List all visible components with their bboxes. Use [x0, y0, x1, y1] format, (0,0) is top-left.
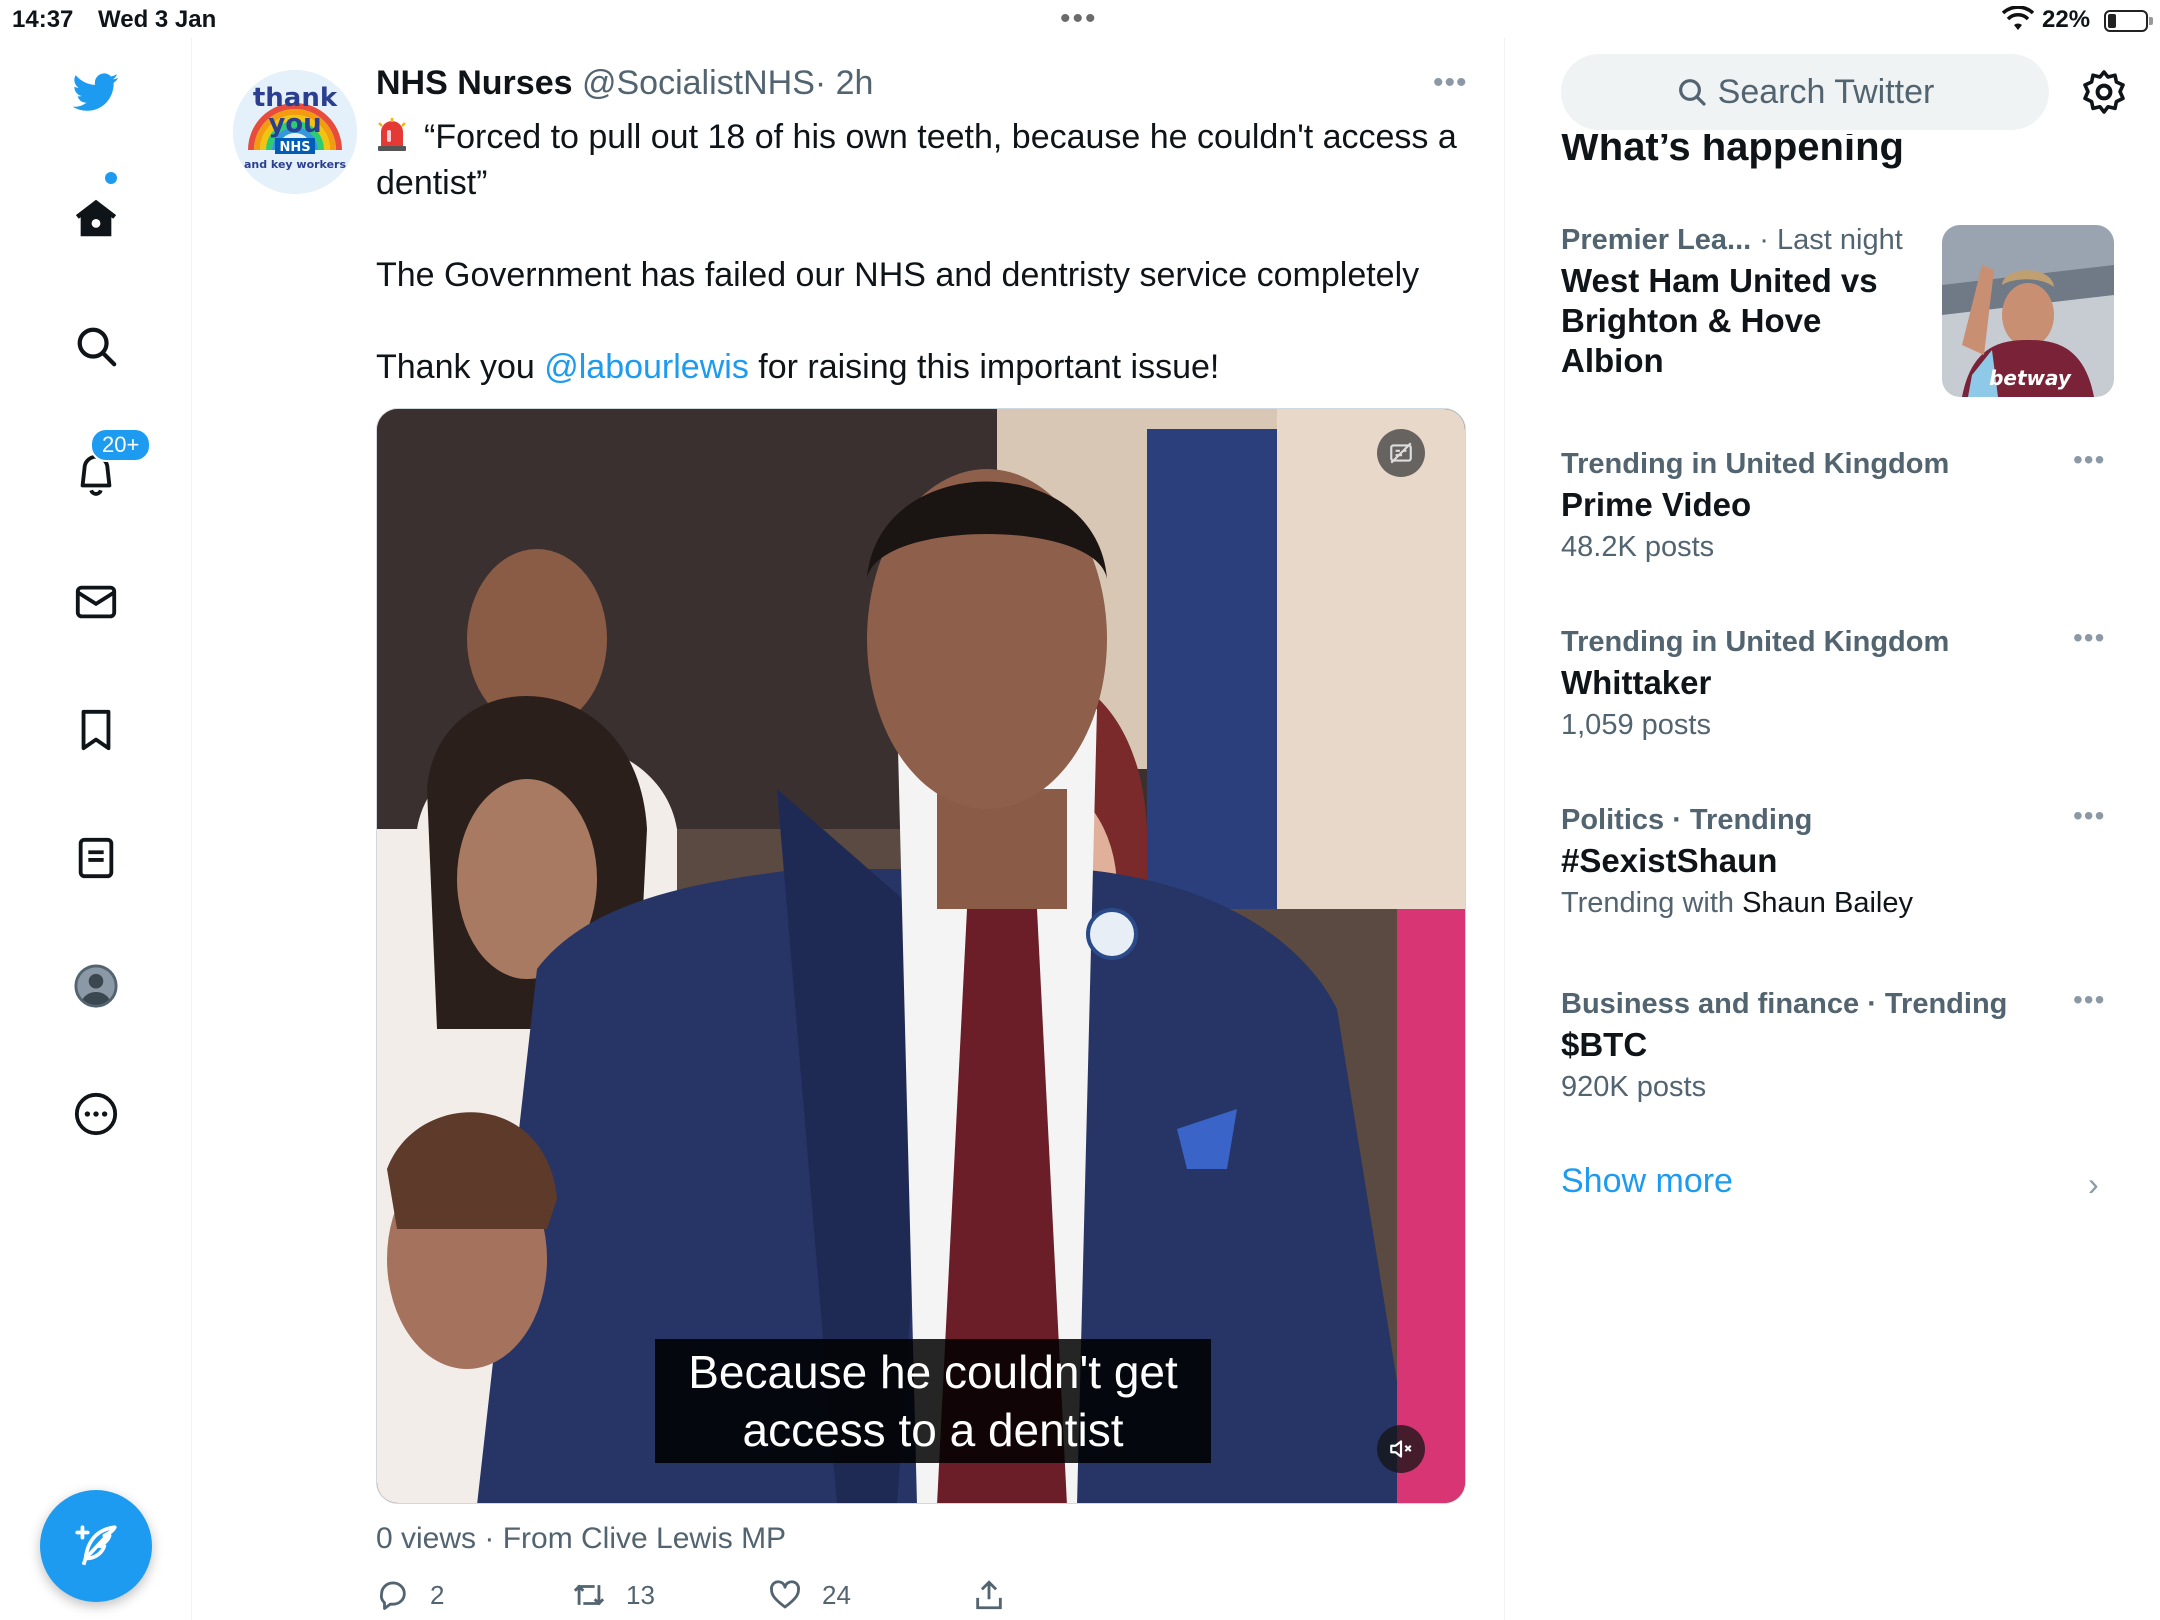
- tweet-header: NHS Nurses @SocialistNHS· 2h: [376, 64, 873, 103]
- battery-icon: [2104, 10, 2153, 32]
- tweet-time[interactable]: · 2h: [815, 64, 874, 102]
- svg-text:you: you: [268, 109, 321, 139]
- reply-icon: [379, 1581, 406, 1610]
- tweet-line-3-post: for raising this important issue!: [748, 348, 1220, 386]
- trend-meta: Trending in United Kingdom: [1561, 448, 1950, 480]
- notifications-badge: 20+: [90, 428, 152, 462]
- svg-text:betway: betway: [1989, 366, 2072, 390]
- whats-happening-title: What’s happening: [1561, 134, 1904, 169]
- trend-title: #SexistShaun: [1561, 842, 1778, 879]
- trend-title: Prime Video: [1561, 486, 1752, 523]
- search-placeholder: Search Twitter: [1717, 72, 1935, 111]
- trend-posts: 920K posts: [1561, 1071, 1707, 1103]
- tweet-line-3: Thank you @labourlewis for raising this …: [376, 344, 1466, 390]
- tweet-actions: 2 13 24: [376, 1578, 1466, 1620]
- trend-item-btc[interactable]: Business and finance · Trending $BTC 920…: [1561, 984, 2121, 1104]
- tweet-more-options-icon[interactable]: •••: [1433, 66, 1468, 100]
- status-time: 14:37: [12, 6, 74, 33]
- retweet-icon: [573, 1584, 605, 1606]
- retweet-count: 13: [626, 1579, 655, 1610]
- search-icon[interactable]: [62, 312, 130, 380]
- like-button[interactable]: 24: [768, 1578, 851, 1612]
- home-unread-dot: [105, 172, 117, 184]
- author-name[interactable]: NHS Nurses: [376, 64, 573, 102]
- trend-posts: 48.2K posts: [1561, 531, 1715, 563]
- tweet-line-2: The Government has failed our NHS and de…: [376, 256, 1420, 294]
- trend-posts: 1,059 posts: [1561, 709, 1711, 741]
- like-count: 24: [822, 1579, 851, 1610]
- heart-icon: [770, 1580, 800, 1609]
- trend-more-icon[interactable]: •••: [2073, 622, 2105, 654]
- reply-button[interactable]: 2: [376, 1578, 444, 1612]
- tweet-column: thank you NHS and key workers NHS Nurses…: [193, 38, 1505, 1620]
- captions-toggle-icon[interactable]: [1377, 429, 1425, 477]
- search-icon: [1678, 79, 1706, 106]
- trend-more-icon[interactable]: •••: [2073, 800, 2105, 832]
- trend-more-icon[interactable]: •••: [2073, 444, 2105, 476]
- tweet-line-1: “Forced to pull out 18 of his own teeth,…: [376, 118, 1457, 202]
- feather-plus-icon: [75, 1525, 117, 1566]
- author-handle[interactable]: @SocialistNHS: [582, 64, 815, 102]
- tweet-video[interactable]: Because he couldn't get access to a dent…: [376, 408, 1466, 1504]
- share-button[interactable]: [972, 1578, 1026, 1612]
- trend-title: $BTC: [1561, 1026, 1648, 1063]
- messages-envelope-icon[interactable]: [62, 568, 130, 636]
- video-subtitle: Because he couldn't get access to a dent…: [655, 1339, 1211, 1463]
- trend-meta: Business and finance: [1561, 988, 1860, 1020]
- show-more-link[interactable]: Show more: [1561, 1162, 1733, 1201]
- trend-title: West Ham United vs Brighton & Hove Albio…: [1561, 262, 1878, 379]
- mention-link[interactable]: @labourlewis: [544, 348, 749, 386]
- thank-you-nhs-logo: thank you NHS and key workers: [233, 70, 357, 194]
- trend-meta: Trending in United Kingdom: [1561, 626, 1950, 658]
- mute-icon[interactable]: [1377, 1425, 1425, 1473]
- wifi-icon: [2002, 6, 2034, 30]
- views-and-source: 0 views · From Clive Lewis MP: [376, 1522, 787, 1555]
- trend-item-sexistshaun[interactable]: Politics · Trending #SexistShaun Trendin…: [1561, 800, 2121, 920]
- lists-icon[interactable]: [62, 824, 130, 892]
- tweet-body: “Forced to pull out 18 of his own teeth,…: [376, 114, 1466, 390]
- search-input[interactable]: Search Twitter: [1561, 54, 2049, 130]
- tweet-line-3-pre: Thank you: [376, 348, 545, 386]
- more-options-icon[interactable]: [62, 1080, 130, 1148]
- home-icon[interactable]: [62, 184, 130, 252]
- retweet-button[interactable]: 13: [572, 1578, 655, 1612]
- status-date: Wed 3 Jan: [98, 6, 217, 33]
- trend-with-name[interactable]: Shaun Bailey: [1742, 887, 1913, 919]
- author-avatar[interactable]: thank you NHS and key workers: [233, 70, 357, 194]
- trend-thumbnail[interactable]: betway: [1942, 225, 2114, 397]
- left-nav: 20+: [0, 38, 192, 1620]
- twitter-logo-icon[interactable]: [62, 58, 130, 126]
- trend-item-prime-video[interactable]: Trending in United Kingdom Prime Video 4…: [1561, 444, 2121, 564]
- profile-avatar-icon[interactable]: [62, 952, 130, 1020]
- multitasking-dots-icon[interactable]: •••: [1060, 2, 1098, 36]
- status-bar: 14:37 Wed 3 Jan ••• 22%: [0, 0, 2160, 38]
- trend-item-whittaker[interactable]: Trending in United Kingdom Whittaker 1,0…: [1561, 622, 2121, 742]
- trend-more-icon[interactable]: •••: [2073, 984, 2105, 1016]
- settings-gear-icon[interactable]: [2080, 68, 2128, 116]
- battery-percent: 22%: [2042, 6, 2091, 33]
- reply-count: 2: [430, 1579, 445, 1610]
- siren-emoji-icon: [378, 118, 406, 151]
- share-icon: [976, 1580, 1002, 1610]
- trend-title: Whittaker: [1561, 664, 1712, 701]
- bookmarks-icon[interactable]: [62, 696, 130, 764]
- chevron-right-icon[interactable]: ›: [2088, 1166, 2099, 1203]
- trend-meta: Politics: [1561, 804, 1665, 836]
- svg-text:and key workers: and key workers: [244, 158, 346, 171]
- trend-with-label: Trending with: [1561, 887, 1743, 919]
- svg-text:NHS: NHS: [279, 140, 310, 155]
- compose-tweet-button[interactable]: [40, 1490, 152, 1602]
